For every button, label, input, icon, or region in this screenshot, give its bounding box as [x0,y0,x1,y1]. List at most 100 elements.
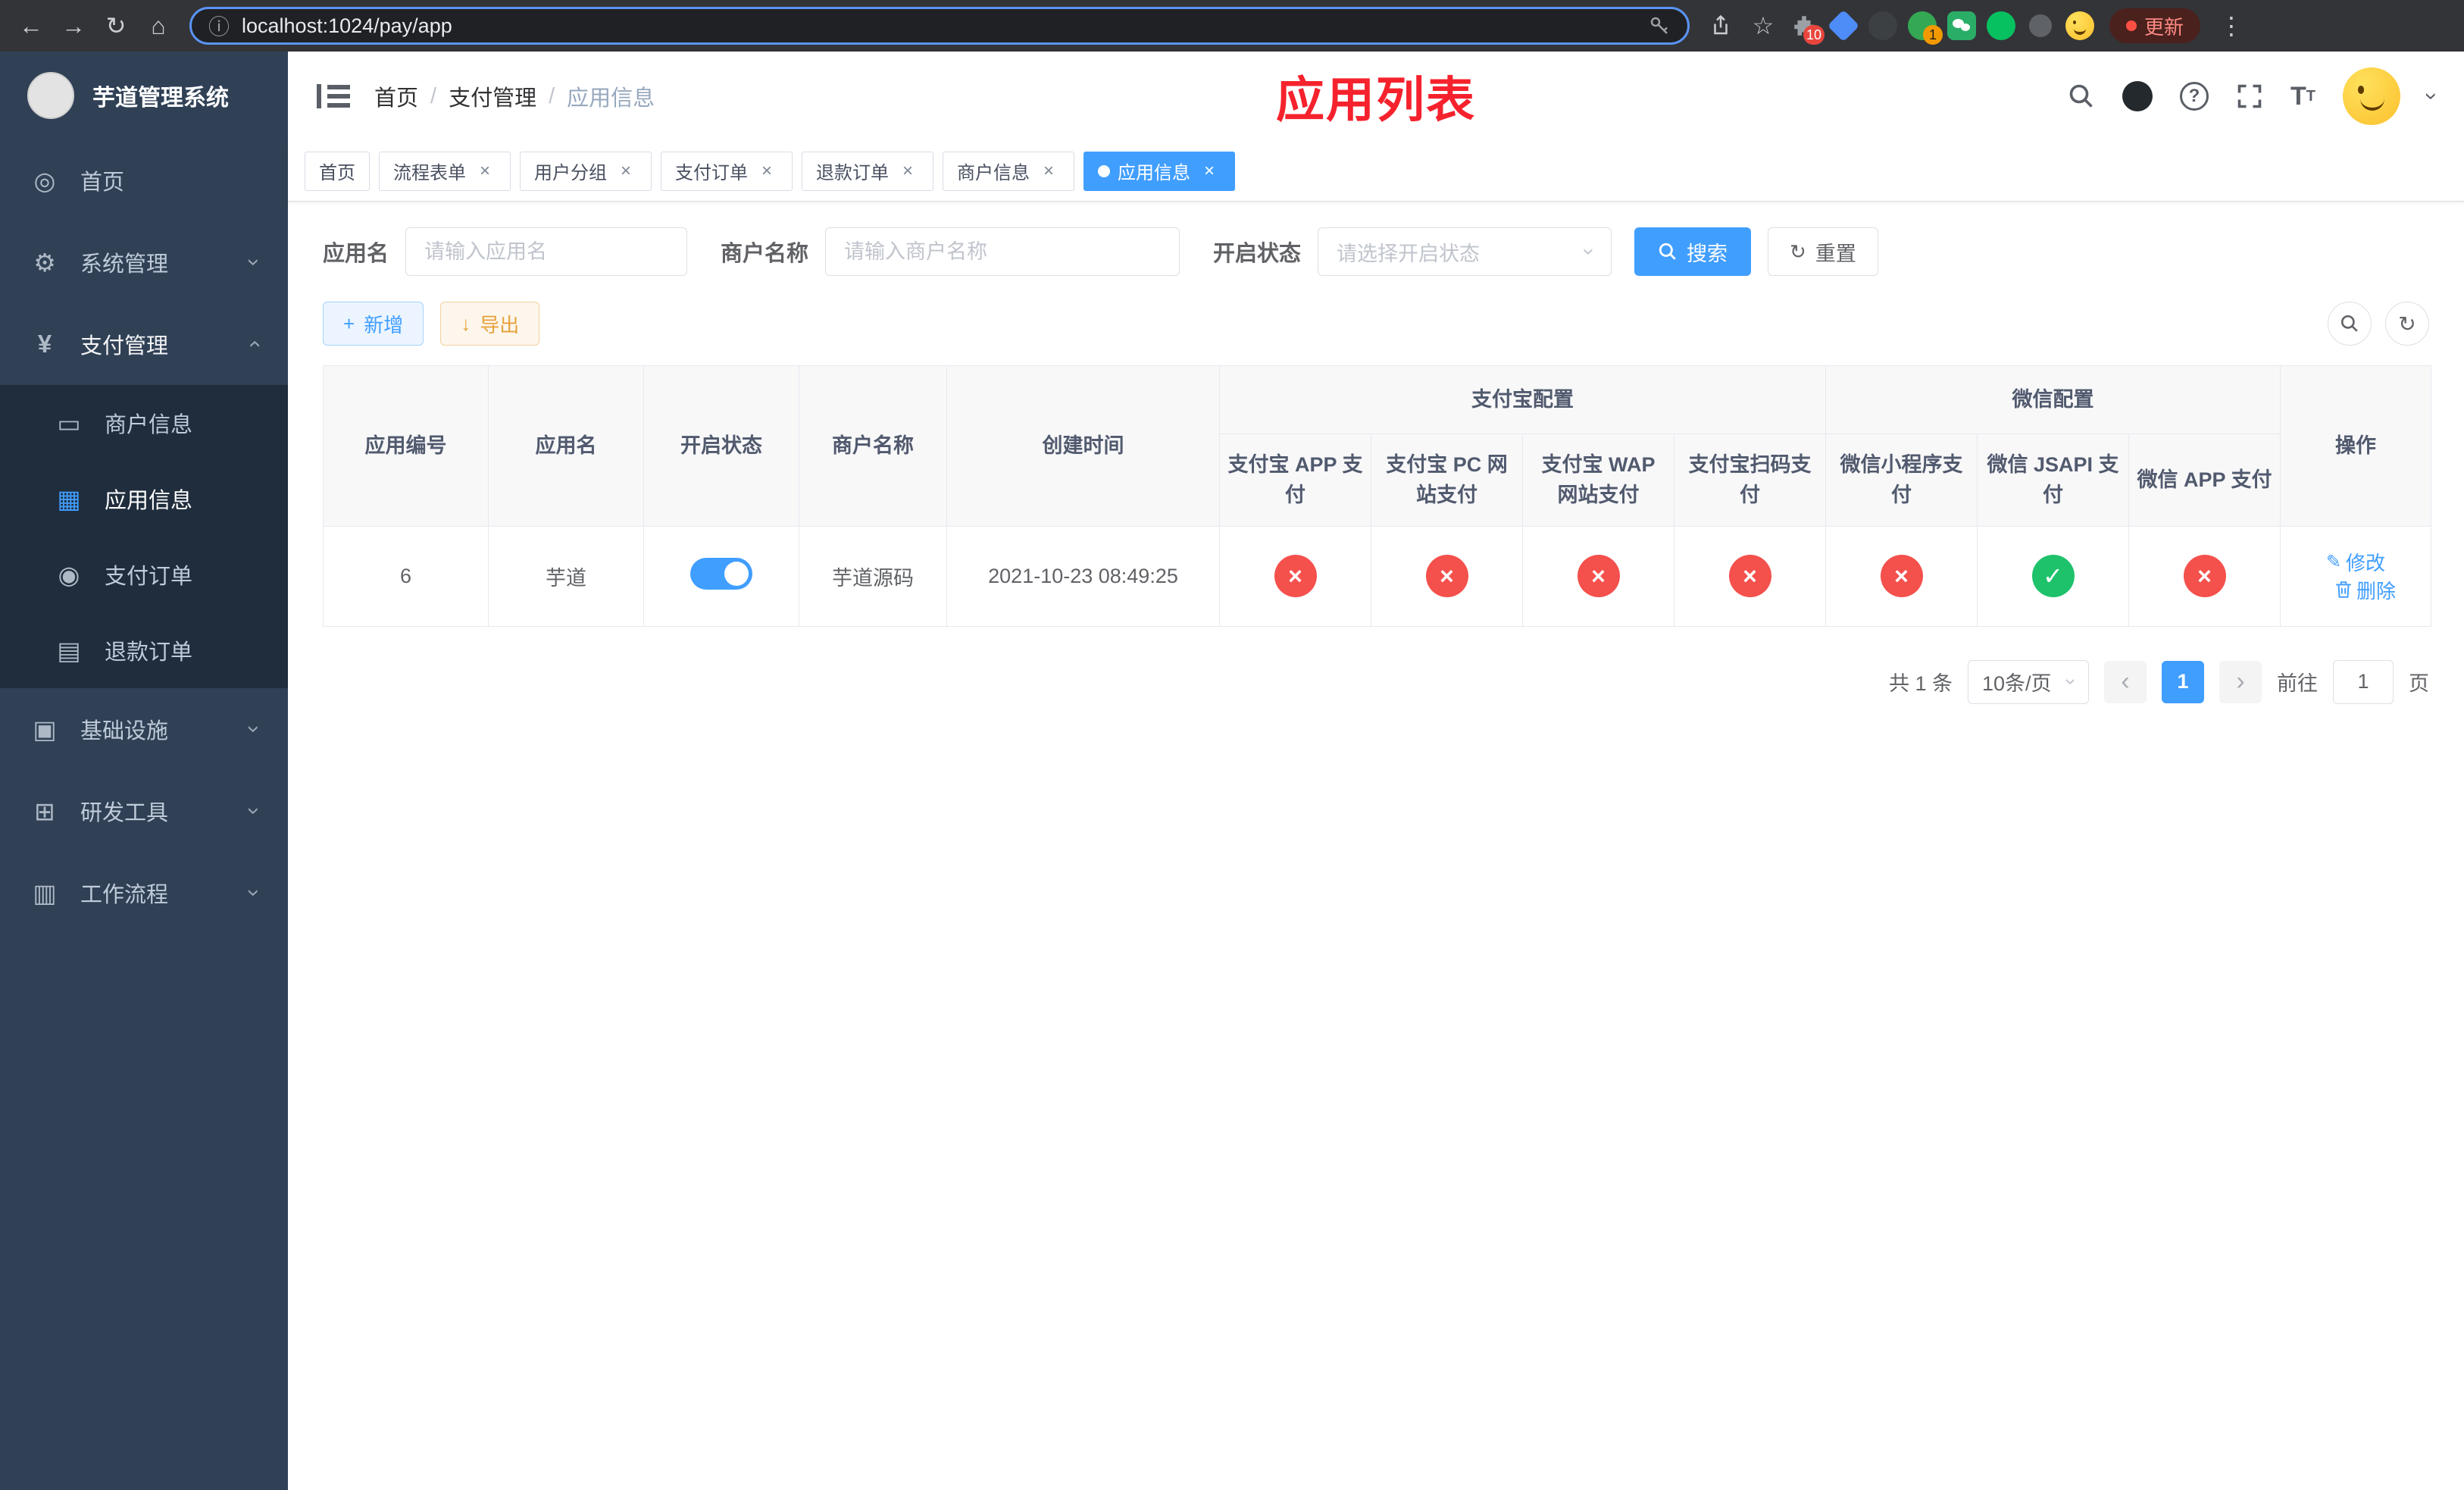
add-button[interactable]: + 新增 [323,302,424,346]
status-select[interactable]: 请选择开启状态 › [1318,227,1612,276]
close-icon[interactable]: × [1037,160,1060,183]
github-icon[interactable] [2122,81,2153,111]
download-icon: ↓ [461,312,471,335]
tab-user-group[interactable]: 用户分组 × [520,151,652,191]
apps-table: 应用编号 应用名 开启状态 商户名称 创建时间 支付宝配置 微信配置 操作 支付… [323,365,2431,627]
sidebar-item-infrastructure[interactable]: ▣ 基础设施 › [0,688,288,770]
hamburger-icon[interactable] [317,81,350,111]
chevron-down-icon: › [242,807,267,815]
next-page-button[interactable]: › [2219,660,2262,703]
merchant-name-input[interactable] [825,227,1180,276]
browser-home-icon[interactable]: ⌂ [139,7,177,45]
order-icon: ◉ [58,560,80,589]
help-icon[interactable]: ? [2180,82,2209,111]
address-bar[interactable]: ⓘ localhost:1024/pay/app [189,7,1690,45]
sidebar-item-workflow[interactable]: ▥ 工作流程 › [0,852,288,934]
gear-icon: ⚙ [33,248,56,277]
avatar-caret-icon[interactable]: › [2419,92,2444,100]
active-tab-dot [1098,164,1110,177]
tab-app-info[interactable]: 应用信息 × [1083,151,1235,191]
close-icon[interactable]: × [896,160,919,183]
cell-merchant: 芋道源码 [799,525,947,627]
app-name-input[interactable] [405,227,688,276]
toggle-search-button[interactable] [2328,302,2372,346]
user-avatar[interactable] [2343,67,2400,125]
extensions-puzzle-icon[interactable]: 10 [1787,8,1825,45]
close-icon[interactable]: × [614,160,637,183]
browser-forward-icon[interactable]: → [55,7,92,45]
search-icon[interactable] [2068,83,2095,110]
refresh-table-button[interactable]: ↻ [2385,302,2429,346]
ext-green-avatar-icon[interactable]: 1 [1905,8,1943,45]
sidebar-item-merchant-info[interactable]: ▭ 商户信息 [0,385,288,461]
table-row: 6 芋道 芋道源码 2021-10-23 08:49:25 × × × × × … [323,525,2431,627]
ext-blue-gem-icon[interactable] [1826,8,1861,43]
breadcrumb-home[interactable]: 首页 [374,80,418,112]
fullscreen-icon[interactable] [2236,83,2263,110]
browser-reload-icon[interactable]: ↻ [97,7,135,45]
delete-button[interactable]: 删除 [2335,576,2396,604]
breadcrumb-payment[interactable]: 支付管理 [449,80,536,112]
tab-process-form[interactable]: 流程表单 × [379,151,511,191]
tab-home[interactable]: 首页 [305,151,370,191]
page-content: 应用名 商户名称 开启状态 请选择开启状态 › 搜索 ↻ 重置 [288,202,2464,1490]
sidebar-item-pay-orders[interactable]: ◉ 支付订单 [0,537,288,612]
alipay-wap-status-icon: × [1577,555,1620,597]
sidebar-item-home[interactable]: ◎ 首页 [0,139,288,221]
cell-created: 2021-10-23 08:49:25 [946,525,1220,627]
browser-update-button[interactable]: 更新 [2109,8,2201,43]
ext-emoji-face-icon[interactable] [2062,8,2097,43]
alipay-qr-status-icon: × [1728,555,1771,597]
tab-merchant-info[interactable]: 商户信息 × [943,151,1074,191]
tab-pay-orders[interactable]: 支付订单 × [661,151,793,191]
close-icon[interactable]: × [474,160,496,183]
sidebar-item-system[interactable]: ⚙ 系统管理 › [0,221,288,303]
col-header-status: 开启状态 [643,365,799,527]
sidebar-item-app-info[interactable]: ▦ 应用信息 [0,461,288,537]
page-title: 应用列表 [1276,73,1476,127]
page-number-button[interactable]: 1 [2162,660,2204,703]
share-icon[interactable] [1702,7,1740,45]
password-key-icon[interactable] [1648,14,1671,37]
sidebar-item-refund-orders[interactable]: ▤ 退款订单 [0,612,288,688]
sidebar-item-payment[interactable]: ¥ 支付管理 › [0,303,288,385]
site-info-icon[interactable]: ⓘ [208,11,230,41]
close-icon[interactable]: × [755,160,778,183]
sidebar: 芋道管理系统 ◎ 首页 ⚙ 系统管理 › ¥ 支付管理 › ▭ 商户信息 ▦ 应… [0,52,288,1490]
sidebar-item-dev-tools[interactable]: ⊞ 研发工具 › [0,770,288,852]
reset-button[interactable]: ↻ 重置 [1768,227,1878,276]
browser-back-icon[interactable]: ← [12,7,50,45]
edit-button[interactable]: ✎ 修改 [2326,548,2385,576]
edit-pencil-icon: ✎ [2325,551,2342,572]
alipay-pc-status-icon: × [1425,555,1468,597]
bookmark-star-icon[interactable]: ☆ [1744,7,1782,45]
search-button[interactable]: 搜索 [1634,227,1752,276]
status-toggle[interactable] [690,557,752,590]
sidebar-logo[interactable]: 芋道管理系统 [0,52,288,139]
wx-app-status-icon: × [2183,555,2226,597]
tab-refund-orders[interactable]: 退款订单 × [802,151,933,191]
col-group-alipay: 支付宝配置 [1219,365,1826,434]
export-button[interactable]: ↓ 导出 [440,302,540,346]
ext-pin-icon[interactable] [2023,8,2058,43]
close-icon[interactable]: × [1198,160,1221,183]
extension-badge: 10 [1803,25,1825,45]
grid-icon: ▦ [57,484,81,513]
document-icon: ▤ [57,636,81,665]
goto-prefix: 前往 [2277,672,2318,695]
font-size-icon[interactable]: TT [2290,82,2315,111]
col-header-app-id: 应用编号 [323,365,489,527]
ext-dark-sphere-icon[interactable] [1865,8,1900,43]
page-size-select[interactable]: 10条/页 › [1968,659,2089,704]
table-toolbar: + 新增 ↓ 导出 ↻ [323,302,2429,346]
browser-menu-kebab-icon[interactable]: ⋮ [2212,7,2250,45]
ext-wechat-icon[interactable] [1944,8,1979,43]
prev-page-button[interactable]: ‹ [2104,660,2147,703]
ext-green-chat-icon[interactable] [1984,8,2018,43]
payment-submenu: ▭ 商户信息 ▦ 应用信息 ◉ 支付订单 ▤ 退款订单 [0,385,288,688]
cell-app-name: 芋道 [488,525,644,627]
toolbox-icon: ⊞ [34,797,55,825]
pagination: 共 1 条 10条/页 › ‹ 1 › 前往 页 [323,659,2429,704]
goto-page-input[interactable] [2333,659,2394,704]
app-title: 芋道管理系统 [92,86,229,111]
